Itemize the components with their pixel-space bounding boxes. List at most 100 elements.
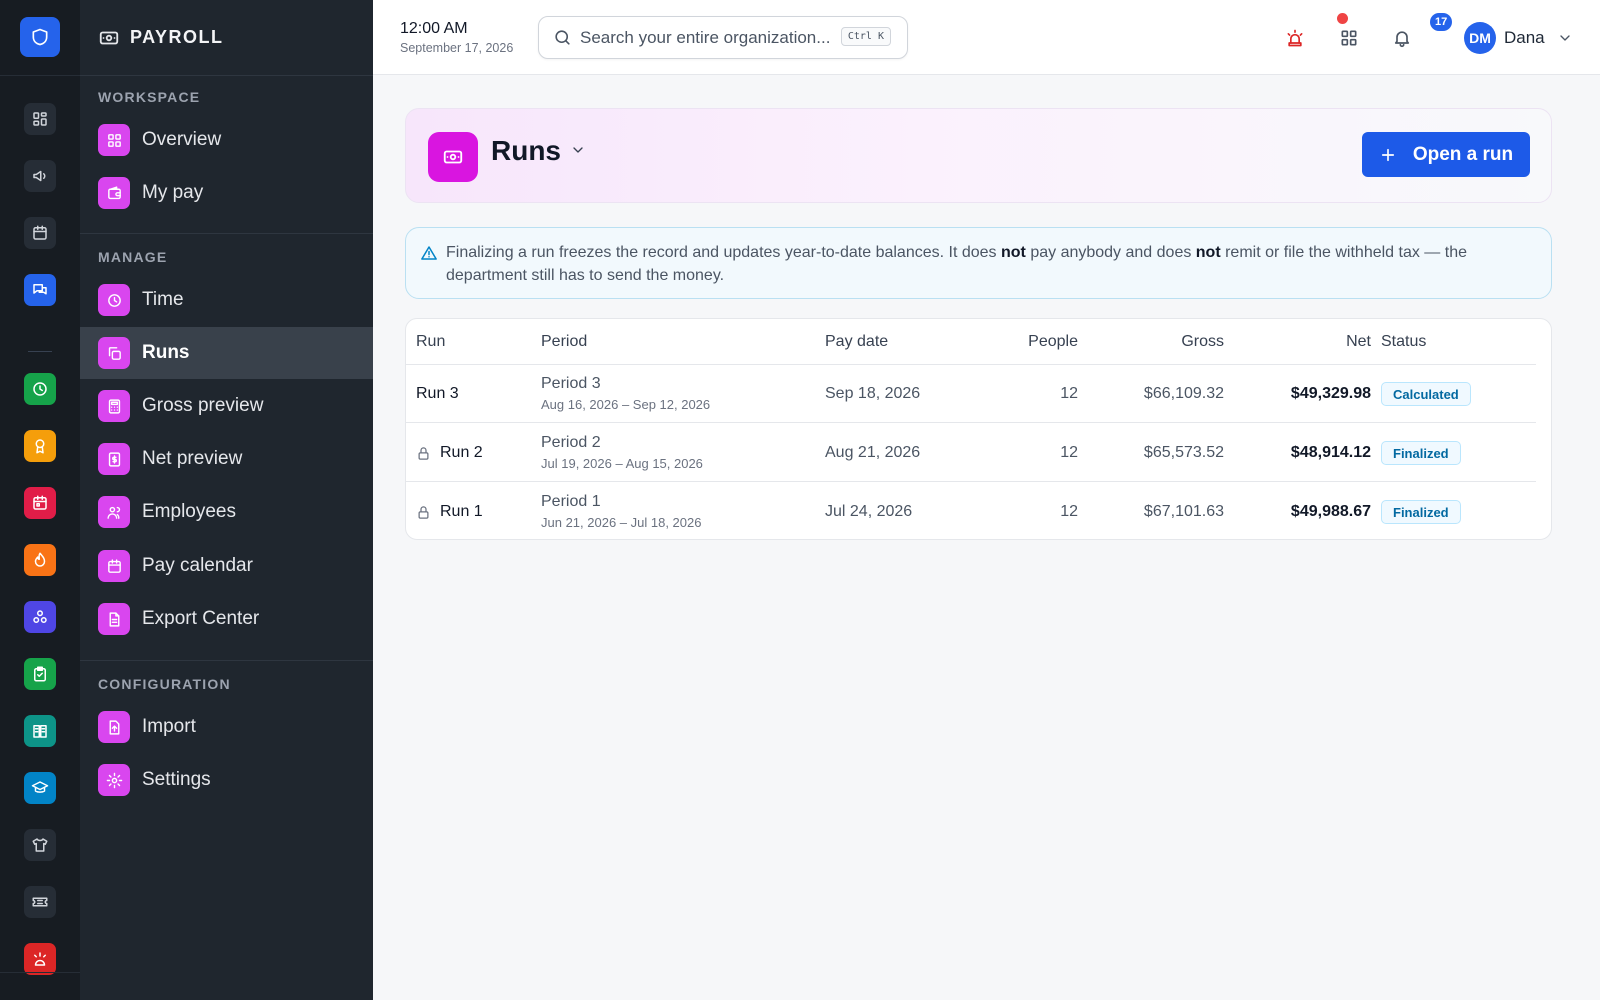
upload-icon	[98, 711, 130, 743]
pay-date: Aug 21, 2026	[825, 444, 921, 461]
apps-grid-icon	[1341, 30, 1357, 46]
sidebar-item-gross-preview[interactable]: Gross preview	[80, 380, 373, 432]
rail-ticket-button[interactable]	[24, 886, 56, 918]
table-row[interactable]: Run 1 Period 1 Jun 21, 2026 – Jul 18, 2026…	[406, 483, 1536, 539]
ticket-icon	[32, 897, 48, 907]
rail-book-button[interactable]	[24, 715, 56, 747]
alert-icon	[34, 952, 46, 966]
search-shortcut-hint: Ctrl K	[840, 27, 891, 46]
status-badge: Finalized	[1381, 500, 1461, 524]
copy-icon	[108, 346, 121, 360]
rail-alert-button[interactable]	[24, 943, 56, 975]
warning-triangle-icon	[421, 246, 437, 260]
rail-dashboard-button[interactable]	[24, 103, 56, 135]
book-icon	[33, 725, 47, 738]
sidebar-item-settings[interactable]: Settings	[80, 754, 373, 806]
apps-button[interactable]	[1337, 26, 1361, 50]
lock-icon	[418, 446, 429, 460]
calendar-icon	[107, 558, 121, 573]
sidebar-item-net-preview[interactable]: Net preview	[80, 433, 373, 485]
sidebar-item-label: My pay	[142, 182, 204, 203]
upload-icon	[109, 719, 119, 735]
calculator-icon	[108, 398, 120, 414]
rail-shirt-button[interactable]	[24, 829, 56, 861]
table-row[interactable]: Run 2 Period 2 Jul 19, 2026 – Aug 15, 2026…	[406, 424, 1536, 482]
wallet-icon	[98, 177, 130, 209]
run-cell[interactable]: Run 2	[416, 444, 483, 462]
sidebar-item-time[interactable]: Time	[80, 274, 373, 326]
alarm-button[interactable]	[1283, 26, 1307, 50]
open-run-button[interactable]: Open a run	[1362, 132, 1530, 177]
column-header-net[interactable]: Net	[1236, 333, 1371, 351]
sidebar-section-divider	[80, 660, 373, 661]
user-name[interactable]: Dana	[1504, 28, 1545, 48]
sidebar-item-label: Settings	[142, 769, 211, 790]
open-run-label: Open a run	[1412, 143, 1514, 165]
sidebar-item-label: Pay calendar	[142, 555, 253, 576]
period-name: Period 3	[541, 375, 601, 392]
notifications-button[interactable]	[1390, 26, 1414, 50]
bell-icon	[1394, 31, 1410, 48]
grid-icon	[98, 124, 130, 156]
hierarchy-icon	[33, 610, 47, 623]
pay-date: Jul 24, 2026	[825, 503, 913, 520]
column-header-people[interactable]: People	[966, 333, 1078, 351]
sidebar-item-label: Import	[142, 716, 196, 737]
column-header-status[interactable]: Status	[1381, 333, 1426, 351]
rail-flame-button[interactable]	[24, 544, 56, 576]
people-count: 12	[1060, 503, 1078, 520]
rail-divider	[0, 75, 80, 76]
run-cell[interactable]: Run 1	[416, 503, 483, 521]
rail-award-button[interactable]	[24, 430, 56, 462]
net-amount: $49,988.67	[1290, 503, 1371, 520]
page-header: Runs Open a run	[405, 108, 1552, 203]
run-cell[interactable]: Run 3	[416, 385, 459, 403]
chevron-down-icon[interactable]	[1557, 30, 1573, 46]
clipboard-check-icon	[34, 666, 46, 682]
run-name: Run 1	[440, 503, 483, 520]
runs-table: Run Period Pay date People Gross Net Sta…	[405, 318, 1552, 540]
rail-hierarchy-button[interactable]	[24, 601, 56, 633]
dashboard-icon	[33, 112, 47, 126]
siren-icon	[1287, 29, 1303, 47]
sidebar-item-employees[interactable]: Employees	[80, 486, 373, 538]
rail-calendar-button[interactable]	[24, 217, 56, 249]
rail-calendar-event-button[interactable]	[24, 487, 56, 519]
clock-date: September 17, 2026	[400, 41, 514, 55]
search-input[interactable]	[580, 27, 835, 48]
column-header-gross[interactable]: Gross	[1106, 333, 1224, 351]
run-name: Run 2	[440, 444, 483, 461]
chevron-down-icon[interactable]	[570, 142, 588, 160]
module-sidebar: PAYROLL WORKSPACE Overview My pay MANAGE Tim…	[80, 0, 373, 1000]
column-header-period[interactable]: Period	[541, 333, 587, 351]
sidebar-item-my-pay[interactable]: My pay	[80, 167, 373, 219]
sidebar-item-pay-calendar[interactable]: Pay calendar	[80, 540, 373, 592]
net-amount: $48,914.12	[1290, 444, 1371, 461]
rail-chat-button[interactable]	[24, 274, 56, 306]
sidebar-item-overview[interactable]: Overview	[80, 114, 373, 166]
table-row[interactable]: Run 3 Period 3 Aug 16, 2026 – Sep 12, 2026…	[406, 365, 1536, 423]
sidebar-item-export-center[interactable]: Export Center	[80, 593, 373, 645]
dollar-doc-icon	[108, 451, 120, 467]
graduation-cap-icon	[31, 781, 49, 793]
megaphone-icon	[33, 170, 46, 182]
users-icon	[106, 506, 120, 519]
sidebar-item-label: Export Center	[142, 608, 260, 629]
column-header-pay-date[interactable]: Pay date	[825, 333, 888, 351]
user-avatar[interactable]: DM	[1464, 22, 1496, 54]
column-header-run[interactable]: Run	[416, 333, 445, 351]
status-badge: Finalized	[1381, 441, 1461, 465]
shield-logo-icon[interactable]	[20, 17, 60, 57]
file-icon	[98, 603, 130, 635]
gross-amount: $66,109.32	[1143, 385, 1224, 402]
banknote-icon	[99, 31, 119, 44]
rail-graduation-cap-button[interactable]	[24, 772, 56, 804]
global-search[interactable]: Ctrl K	[538, 16, 908, 59]
calendar-icon	[33, 225, 47, 240]
sidebar-item-import[interactable]: Import	[80, 701, 373, 753]
rail-megaphone-button[interactable]	[24, 160, 56, 192]
sidebar-item-runs[interactable]: Runs	[80, 327, 373, 379]
alert-indicator-dot	[1337, 13, 1348, 24]
rail-clock-button[interactable]	[24, 373, 56, 405]
rail-clipboard-check-button[interactable]	[24, 658, 56, 690]
